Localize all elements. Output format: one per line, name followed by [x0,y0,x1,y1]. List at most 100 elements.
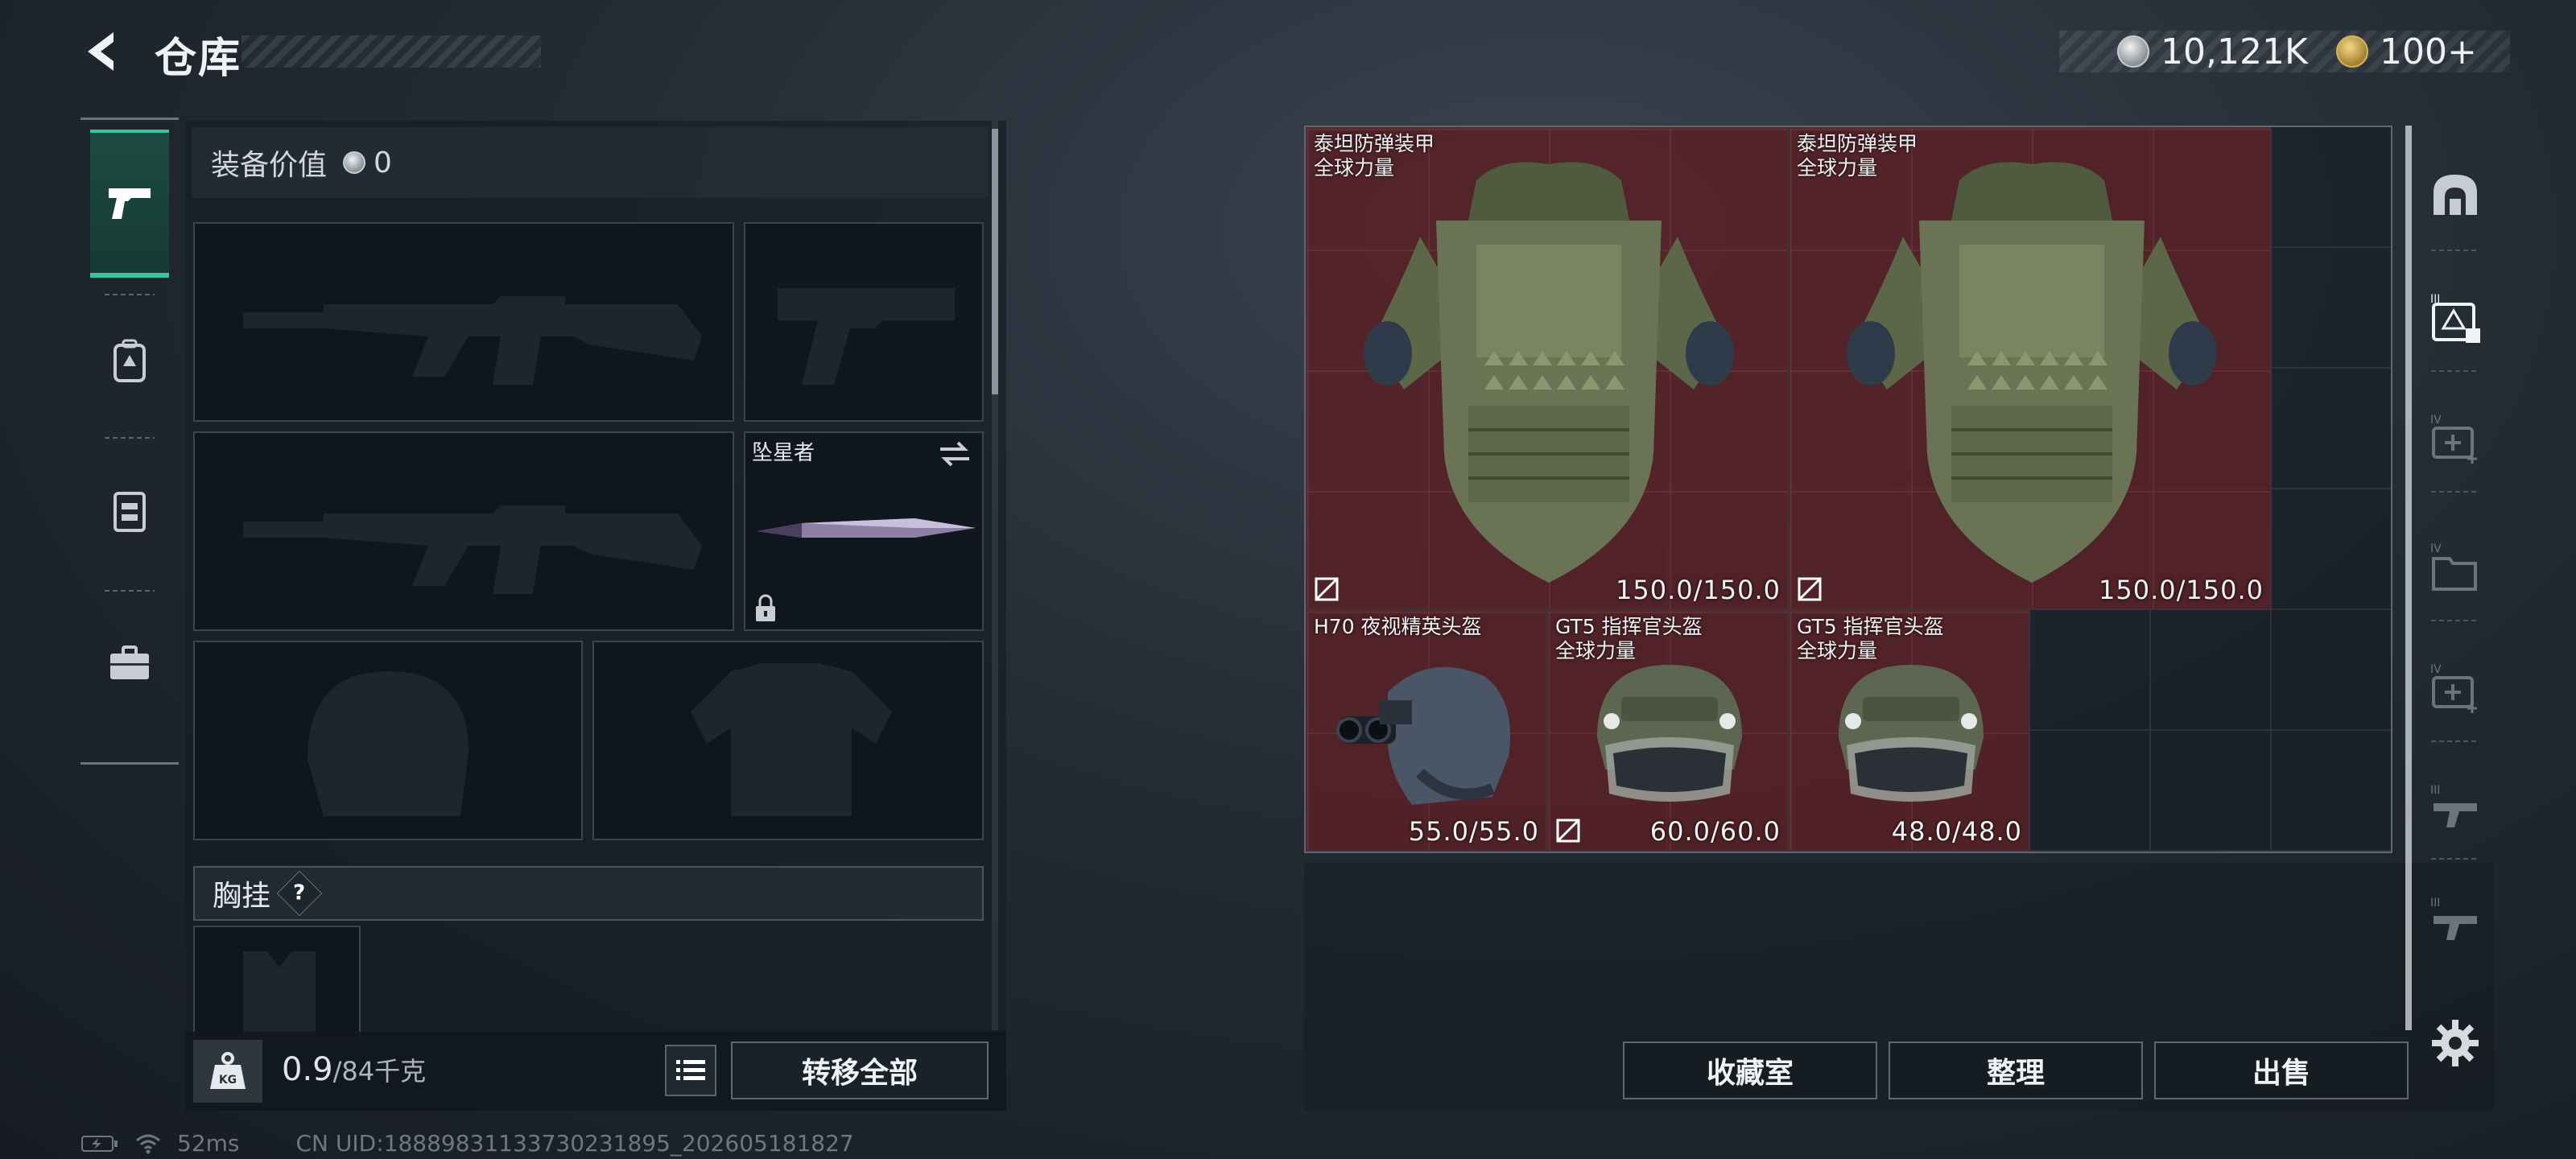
pistol-icon [109,188,151,219]
silver-coin-icon [2117,35,2149,68]
gold-currency-value: 100+ [2380,31,2477,72]
tab-weapons[interactable] [90,130,169,278]
swap-icon[interactable] [937,439,972,468]
uid-text: CN UID:1888983113373023189​5_20260518182… [295,1130,854,1157]
sell-button[interactable]: 出售 [2154,1041,2409,1099]
rifle-silhouette-icon [243,505,702,594]
wifi-icon [136,1134,160,1153]
case-icon [110,645,149,679]
svg-text:KG: KG [219,1074,237,1087]
status-line: 52ms CN UID:1888983113373023189​5_202605… [80,1130,854,1157]
tab-storage-5[interactable]: III [2423,773,2487,845]
svg-text:IV: IV [2430,542,2442,555]
no-trade-icon [1556,819,1580,843]
tab-safehouse[interactable] [2423,158,2487,230]
secondary-weapon-slot[interactable] [193,431,734,631]
tab-case[interactable] [90,603,169,724]
tab-backpack[interactable] [90,300,169,421]
rifle-silhouette-icon [243,296,702,385]
list-icon [676,1060,705,1080]
equipment-scroll-thumb[interactable] [992,129,998,394]
item-durability: 48.0/48.0 [1891,816,2022,847]
warehouse-scrollbar[interactable] [2405,126,2412,1030]
gold-currency[interactable]: 100+ [2336,27,2477,76]
medkit-icon: IV [2430,414,2477,464]
armor-silhouette-icon [691,663,892,816]
melee-slot[interactable]: 坠星者 [744,431,984,631]
weight-icon: KG [193,1040,262,1103]
warehouse-item-helmet[interactable]: GT5 指挥官头盔 全球力量 48.0/48.0 [1789,610,2030,852]
item-name: 泰坦防弹装甲 全球力量 [1314,132,1435,179]
weight-current: 0.9 [282,1051,333,1088]
primary-weapon-slot[interactable] [193,222,734,422]
gold-coin-icon [2336,35,2368,68]
pistol-silhouette-icon [778,288,955,385]
collection-button[interactable]: 收藏室 [1623,1041,1877,1099]
nv-helmet-image [1336,666,1510,805]
equipment-value-amount: 0 [374,146,392,179]
svg-text:IV: IV [2430,663,2442,676]
silver-coin-icon [343,151,366,174]
item-name: GT5 指挥官头盔 全球力量 [1797,615,1944,662]
item-name: H70 夜视精英头盔 [1314,615,1482,638]
back-button[interactable] [77,27,126,76]
chest-rig-silhouette-icon [243,951,316,1038]
back-arrow-icon [88,32,114,71]
weapon-rack-icon: III [2430,897,2477,940]
warehouse-item-armor[interactable]: 泰坦防弹装甲 全球力量 150.0/150.0 [1789,127,2272,610]
warehouse-item-armor[interactable]: 泰坦防弹装甲 全球力量 150.0/150.0 [1306,127,1789,610]
storage-box-icon: III [2430,293,2480,343]
svg-text:IV: IV [2430,414,2442,427]
warehouse-item-helmet[interactable]: H70 夜视精英头盔 55.0/55.0 [1306,610,1547,852]
organize-button[interactable]: 整理 [1889,1041,2143,1099]
item-durability: 60.0/60.0 [1649,816,1781,847]
category-tabs [80,118,179,765]
tab-storage-4[interactable]: IV [2423,652,2487,724]
equipment-value-label: 装备价值 [211,149,328,182]
transfer-all-button[interactable]: 转移全部 [731,1041,989,1099]
tab-storage-2[interactable]: IV [2423,402,2487,475]
chest-rig-label: 胸挂 [213,880,271,913]
title-decoration [242,35,541,68]
weight-max: /84千克 [332,1056,427,1087]
backpack-icon [114,339,146,382]
svg-text:III: III [2430,897,2440,909]
item-durability: 150.0/150.0 [1616,575,1781,605]
equipment-value: 装备价值 0 [192,127,989,198]
page-title: 仓库 [155,35,242,83]
help-icon: ? [293,881,306,905]
knife-icon [757,518,976,538]
item-durability: 150.0/150.0 [2099,575,2264,605]
settings-button[interactable] [2423,1011,2487,1075]
chest-rig-header: 胸挂 ? [193,866,984,921]
warehouse-item-helmet[interactable]: GT5 指挥官头盔 全球力量 60.0/60.0 [1547,610,1789,852]
helmet-image [1597,665,1742,802]
silver-currency[interactable]: 10,121K [2117,27,2308,76]
armor-slot[interactable] [592,641,984,840]
item-name: GT5 指挥官头盔 全球力量 [1555,615,1703,662]
medkit-icon: IV [2430,663,2477,713]
weight-readout: 0.9/84千克 [282,1051,426,1088]
folder-icon: IV [2430,542,2477,591]
tab-storage-1[interactable]: III [2423,282,2487,354]
armor-vest-image [1847,162,2217,583]
help-button[interactable]: ? [276,870,323,917]
tab-chest-rig[interactable] [90,450,169,571]
armor-vest-image [1364,162,1734,583]
tab-storage-3[interactable]: IV [2423,531,2487,604]
svg-text:III: III [2430,784,2440,797]
helmet-slot[interactable] [193,641,583,840]
chest-rig-icon [114,492,146,532]
item-durability: 55.0/55.0 [1408,816,1539,847]
item-name: 泰坦防弹装甲 全球力量 [1797,132,1918,179]
list-view-button[interactable] [665,1045,716,1096]
helmet-silhouette-icon [308,671,469,816]
no-trade-icon [1798,577,1822,601]
melee-slot-label: 坠星者 [752,441,815,465]
tab-storage-6[interactable]: III [2423,885,2487,958]
battery-icon [81,1135,118,1152]
weapon-rack-icon: III [2430,784,2477,827]
gear-icon [2432,1020,2479,1066]
pistol-slot[interactable] [744,222,984,422]
chest-rig-slot[interactable] [193,926,361,1038]
